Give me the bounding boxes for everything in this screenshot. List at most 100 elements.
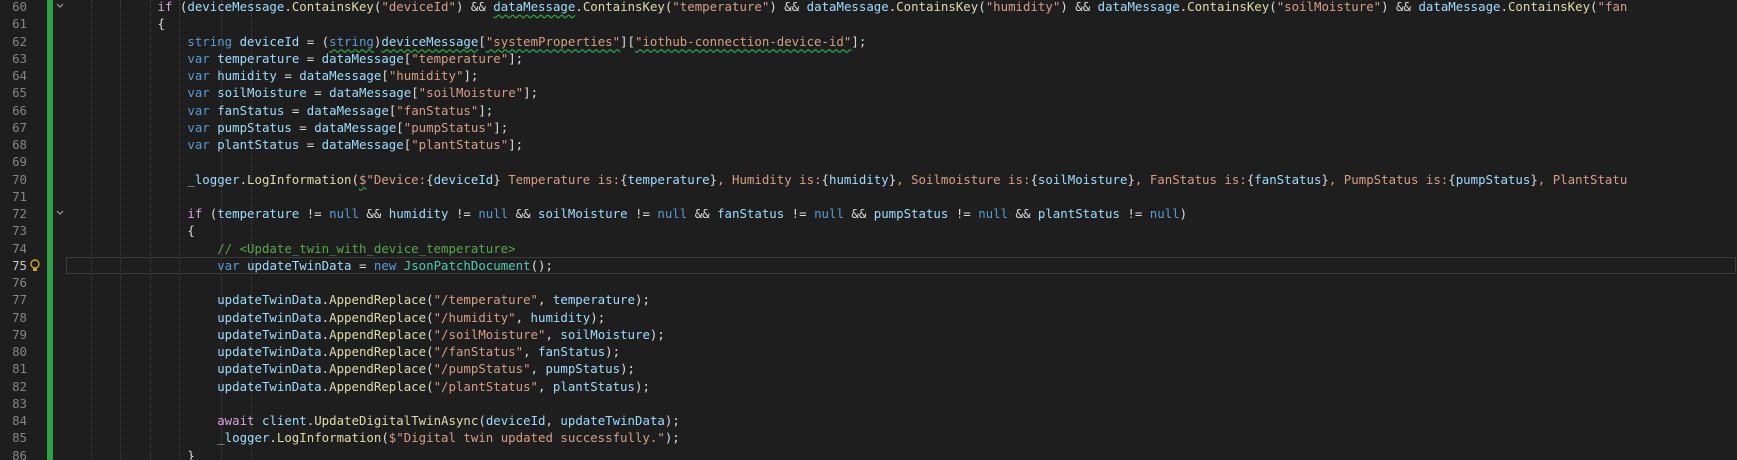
line-number: 67 xyxy=(12,119,27,135)
code-token: "systemProperties" xyxy=(485,33,621,49)
code-text[interactable]: var updateTwinData = new JsonPatchDocume… xyxy=(68,257,553,274)
code-line[interactable]: 72 if (temperature != null && humidity !… xyxy=(0,205,1737,222)
line-number: 82 xyxy=(12,378,27,394)
line-number: 66 xyxy=(12,102,27,118)
code-token: deviceId xyxy=(239,33,300,49)
code-line[interactable]: 83 xyxy=(0,395,1737,412)
code-text[interactable]: await client.UpdateDigitalTwinAsync(devi… xyxy=(68,412,680,429)
code-token: var xyxy=(187,85,210,101)
code-token: // <Update_twin_with_device_temperature> xyxy=(217,240,516,256)
code-text[interactable]: updateTwinData.AppendReplace("/plantStat… xyxy=(68,378,650,395)
code-editor[interactable]: 60 if (deviceMessage.ContainsKey("device… xyxy=(0,0,1737,460)
code-token: temperature xyxy=(552,292,635,308)
code-text[interactable]: if (deviceMessage.ContainsKey("deviceId"… xyxy=(68,0,1628,15)
line-number: 65 xyxy=(12,85,27,101)
code-token: pumpStatus xyxy=(873,206,949,221)
indentation xyxy=(68,206,187,221)
code-token: "/pumpStatus" xyxy=(433,361,531,377)
code-token: Temperature is: xyxy=(500,171,621,187)
code-token: client xyxy=(261,413,307,428)
code-line[interactable]: 81 updateTwinData.AppendReplace("/pumpSt… xyxy=(0,360,1737,377)
code-token: ( xyxy=(978,0,986,14)
code-line[interactable]: 84 await client.UpdateDigitalTwinAsync(d… xyxy=(0,412,1737,429)
code-line[interactable]: 71 xyxy=(0,188,1737,205)
code-line[interactable]: 69 xyxy=(0,153,1737,170)
code-text[interactable]: var fanStatus = dataMessage["fanStatus"]… xyxy=(68,102,493,119)
code-line[interactable]: 76 xyxy=(0,274,1737,291)
code-token: string xyxy=(187,33,233,49)
code-line[interactable]: 60 if (deviceMessage.ContainsKey("device… xyxy=(0,0,1737,15)
code-line[interactable]: 73 { xyxy=(0,222,1737,239)
code-text[interactable]: if (temperature != null && humidity != n… xyxy=(68,205,1187,222)
code-token: { xyxy=(1448,171,1456,187)
code-text[interactable]: string deviceId = (string)deviceMessage[… xyxy=(68,33,866,50)
code-line[interactable]: 61 { xyxy=(0,15,1737,32)
line-number: 85 xyxy=(12,430,27,446)
code-line[interactable]: 77 updateTwinData.AppendReplace("/temper… xyxy=(0,291,1737,308)
code-line[interactable]: 78 updateTwinData.AppendReplace("/humidi… xyxy=(0,309,1737,326)
code-line[interactable]: 67 var pumpStatus = dataMessage["pumpSta… xyxy=(0,119,1737,136)
code-text[interactable]: { xyxy=(68,222,194,239)
code-line[interactable]: 65 var soilMoisture = dataMessage["soilM… xyxy=(0,84,1737,101)
chevron-down-icon[interactable] xyxy=(55,1,65,11)
code-token: pumpStatus xyxy=(1455,171,1531,187)
code-text[interactable]: updateTwinData.AppendReplace("/pumpStatu… xyxy=(68,360,635,377)
code-text[interactable]: updateTwinData.AppendReplace("/humidity"… xyxy=(68,309,605,326)
code-line[interactable]: 82 updateTwinData.AppendReplace("/plantS… xyxy=(0,378,1737,395)
code-text[interactable]: } xyxy=(68,447,194,460)
code-text[interactable]: updateTwinData.AppendReplace("/soilMoist… xyxy=(68,326,665,343)
code-token: ); xyxy=(634,292,650,308)
lightbulb-icon[interactable] xyxy=(28,258,42,273)
code-line[interactable]: 66 var fanStatus = dataMessage["fanStatu… xyxy=(0,102,1737,119)
code-token: { xyxy=(1030,171,1038,187)
line-number: 64 xyxy=(12,68,27,83)
indentation xyxy=(68,172,187,187)
line-number: 74 xyxy=(12,240,27,256)
code-line[interactable]: 62 string deviceId = (string)deviceMessa… xyxy=(0,33,1737,50)
code-token: ]; xyxy=(508,50,524,66)
code-line[interactable]: 86 } xyxy=(0,447,1737,460)
code-text[interactable]: var temperature = dataMessage["temperatu… xyxy=(68,50,523,67)
code-text[interactable]: var plantStatus = dataMessage["plantStat… xyxy=(68,136,523,153)
code-token: temperature xyxy=(217,50,300,66)
code-token: , xyxy=(515,309,531,325)
code-text[interactable]: // <Update_twin_with_device_temperature> xyxy=(68,240,516,257)
code-text[interactable]: var pumpStatus = dataMessage["pumpStatus… xyxy=(68,119,508,136)
code-line[interactable]: 75 var updateTwinData = new JsonPatchDoc… xyxy=(0,256,1737,274)
code-text[interactable]: { xyxy=(68,15,165,32)
code-line[interactable]: 80 updateTwinData.AppendReplace("/fanSta… xyxy=(0,343,1737,360)
code-token: "/plantStatus" xyxy=(433,378,538,394)
code-token: ContainsKey xyxy=(291,0,374,14)
code-token: . xyxy=(321,361,330,377)
code-line[interactable]: 70 _logger.LogInformation($"Device:{devi… xyxy=(0,171,1737,188)
code-token: . xyxy=(239,171,248,187)
code-line[interactable]: 85 _logger.LogInformation($"Digital twin… xyxy=(0,429,1737,446)
code-text[interactable]: var soilMoisture = dataMessage["soilMois… xyxy=(68,84,538,101)
code-token: ContainsKey xyxy=(1507,0,1591,14)
code-token: dataMessage xyxy=(329,85,412,101)
code-text[interactable]: updateTwinData.AppendReplace("/fanStatus… xyxy=(68,343,620,360)
chevron-down-icon[interactable] xyxy=(55,208,65,218)
code-text[interactable]: updateTwinData.AppendReplace("/temperatu… xyxy=(68,291,650,308)
line-number: 62 xyxy=(12,33,27,49)
code-token: "temperature" xyxy=(411,50,509,66)
line-number: 72 xyxy=(12,206,27,221)
code-line[interactable]: 64 var humidity = dataMessage["humidity"… xyxy=(0,67,1737,84)
code-line[interactable]: 63 var temperature = dataMessage["temper… xyxy=(0,50,1737,67)
code-line[interactable]: 74 // <Update_twin_with_device_temperatu… xyxy=(0,240,1737,257)
code-line[interactable]: 79 updateTwinData.AppendReplace("/soilMo… xyxy=(0,326,1737,343)
line-number: 81 xyxy=(12,361,27,377)
code-token: , Soilmoisture is: xyxy=(896,171,1031,187)
code-line[interactable]: 68 var plantStatus = dataMessage["plantS… xyxy=(0,136,1737,153)
code-token: if xyxy=(187,206,203,221)
code-text[interactable]: _logger.LogInformation($"Digital twin up… xyxy=(68,429,680,446)
code-token: var xyxy=(187,68,210,83)
code-token: [ xyxy=(411,85,419,101)
code-text[interactable]: var humidity = dataMessage["humidity"]; xyxy=(68,67,478,84)
line-number: 71 xyxy=(12,188,27,204)
code-token: var xyxy=(187,119,210,135)
code-token: ][ xyxy=(620,33,636,49)
code-text[interactable]: _logger.LogInformation($"Device:{deviceI… xyxy=(68,171,1627,188)
indentation xyxy=(68,344,217,359)
indentation xyxy=(68,223,187,238)
